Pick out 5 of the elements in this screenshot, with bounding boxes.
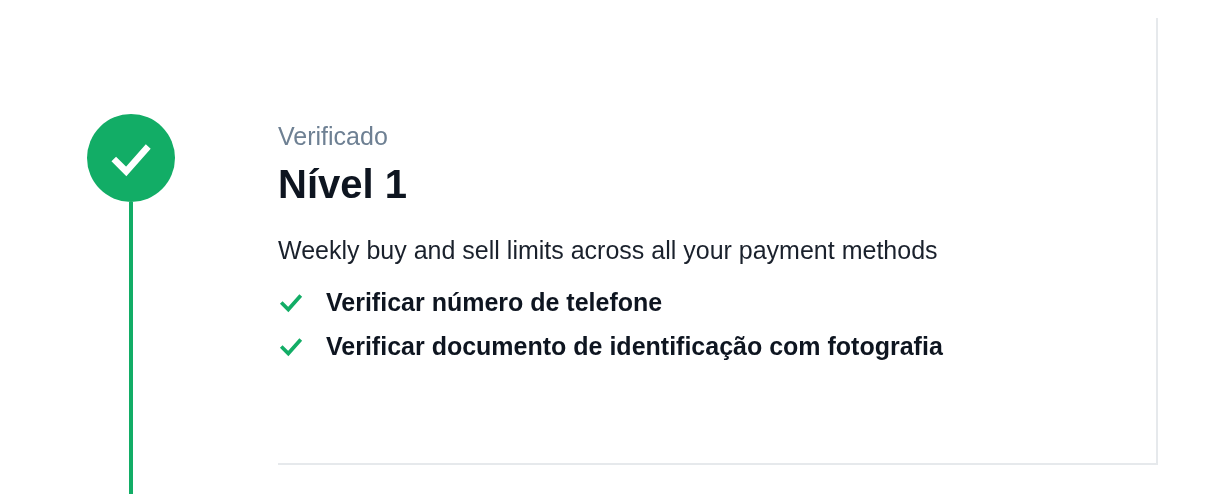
level-title: Nível 1 bbox=[278, 161, 408, 208]
level-description: Weekly buy and sell limits across all your payment methods bbox=[278, 235, 939, 266]
status-label: Verificado bbox=[278, 121, 389, 152]
requirement-text: Verificar número de telefone bbox=[326, 287, 663, 318]
requirement-text: Verificar documento de identificação com fotografia bbox=[326, 331, 943, 362]
